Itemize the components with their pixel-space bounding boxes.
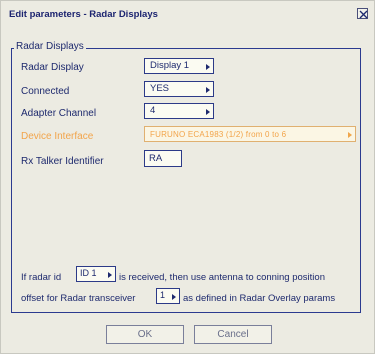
rx-talker-label: Rx Talker Identifier (21, 156, 104, 167)
radar-display-label: Radar Display (21, 62, 84, 73)
radar-id-dropdown[interactable]: ID 1 (76, 266, 116, 282)
adapter-channel-value: 4 (150, 105, 156, 116)
group-legend: Radar Displays (14, 41, 86, 52)
window-title: Edit parameters - Radar Displays (9, 9, 158, 20)
transceiver-dropdown[interactable]: 1 (156, 288, 180, 304)
device-interface-dropdown[interactable]: FURUNO ECA1983 (1/2) from 0 to 6 (144, 126, 356, 142)
close-icon (359, 10, 368, 19)
title-bar: Edit parameters - Radar Displays (5, 7, 370, 23)
radar-display-dropdown[interactable]: Display 1 (144, 58, 214, 74)
ok-button[interactable]: OK (106, 325, 184, 344)
transceiver-value: 1 (160, 290, 166, 300)
transceiver-prefix: offset for Radar transceiver (21, 293, 136, 304)
rx-talker-value: RA (149, 153, 163, 164)
triangle-right-icon (206, 87, 210, 93)
close-button[interactable] (357, 8, 368, 19)
radar-id-suffix: is received, then use antenna to conning… (119, 272, 325, 283)
connected-value: YES (150, 83, 170, 94)
connected-label: Connected (21, 86, 70, 97)
radar-id-value: ID 1 (80, 268, 97, 278)
triangle-right-icon (348, 132, 352, 138)
radar-id-prefix: If radar id (21, 272, 62, 283)
transceiver-suffix: as defined in Radar Overlay params (183, 293, 336, 304)
triangle-right-icon (108, 272, 112, 278)
edit-parameters-dialog: Edit parameters - Radar Displays Radar D… (0, 0, 375, 354)
adapter-channel-dropdown[interactable]: 4 (144, 103, 214, 119)
rx-talker-input[interactable]: RA (144, 150, 182, 167)
cancel-button[interactable]: Cancel (194, 325, 272, 344)
radar-display-value: Display 1 (150, 60, 190, 71)
adapter-channel-label: Adapter Channel (21, 108, 97, 119)
triangle-right-icon (206, 109, 210, 115)
triangle-right-icon (206, 64, 210, 70)
triangle-right-icon (172, 294, 176, 300)
connected-dropdown[interactable]: YES (144, 81, 214, 97)
device-interface-label: Device Interface (21, 131, 94, 142)
device-interface-value: FURUNO ECA1983 (1/2) from 0 to 6 (150, 130, 287, 139)
